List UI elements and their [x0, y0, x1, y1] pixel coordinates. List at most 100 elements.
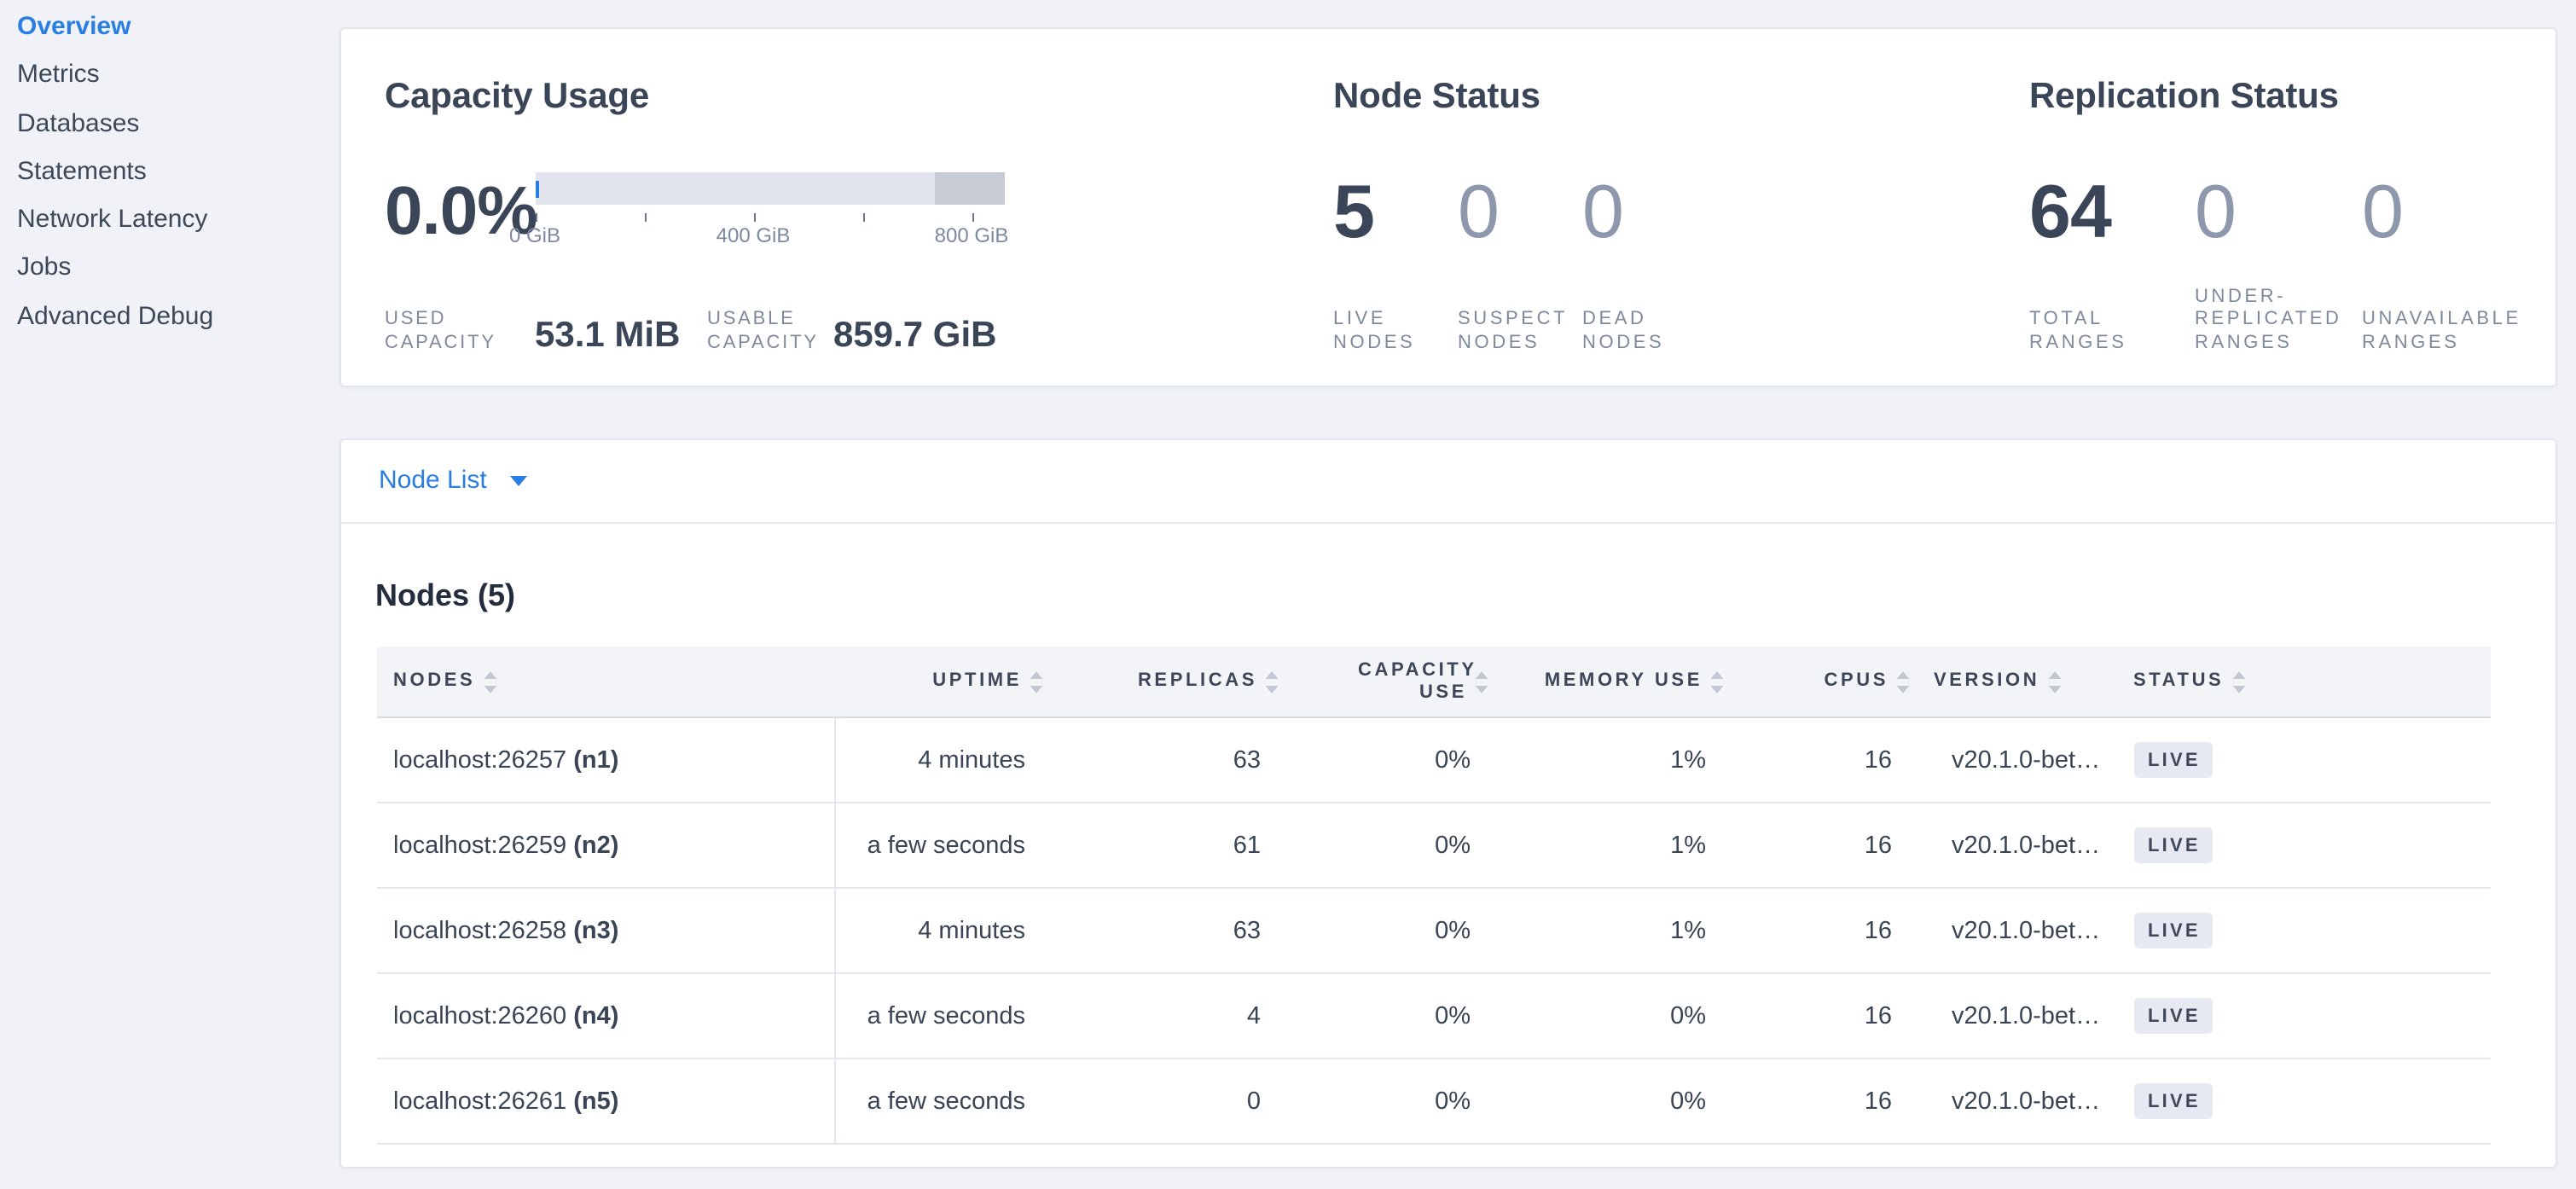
- column-header-status[interactable]: STATUS: [2117, 647, 2490, 717]
- column-header-capacity-use[interactable]: CAPACITY USE: [1286, 647, 1496, 717]
- summary-stat: 0 UNAVAILABLE RANGES: [2362, 172, 2521, 355]
- stat-value: 0: [1458, 172, 1582, 252]
- node-list-toolbar: Node List: [340, 439, 2556, 523]
- sort-icon: [2046, 670, 2062, 693]
- node-address: localhost:26257: [393, 746, 566, 774]
- capacity-bar-used-marker: [535, 180, 538, 197]
- node-status-stats: 5 LIVE NODES 0 SUSPECT NODES 0 DEAD NODE…: [1333, 172, 1707, 355]
- nodes-table: NODES UPTIME REPLICAS: [377, 647, 2490, 1145]
- column-header-uptime[interactable]: UPTIME: [835, 647, 1051, 717]
- live-badge: LIVE: [2134, 827, 2213, 863]
- status-cell: LIVE: [2117, 717, 2490, 803]
- replication-status-title: Replication Status: [2029, 77, 2521, 116]
- cluster-overview-panel: Capacity Usage 0.0% 0 GiB 400 GiB 800 Gi…: [339, 26, 2557, 386]
- live-badge: LIVE: [2134, 913, 2213, 948]
- sort-icon: [1709, 670, 1725, 693]
- node-address: localhost:26258: [393, 917, 566, 944]
- table-row[interactable]: localhost:26261 (n5) a few seconds 0 0% …: [377, 1058, 2490, 1144]
- capacity-usage-section: Capacity Usage 0.0% 0 GiB 400 GiB 800 Gi…: [385, 77, 1005, 355]
- capacity-tick-label: 400 GiB: [699, 223, 808, 247]
- sort-icon: [2231, 670, 2246, 693]
- sort-icon: [1895, 670, 1911, 693]
- summary-stat: 0 UNDER- REPLICATED RANGES: [2195, 172, 2362, 355]
- live-badge: LIVE: [2134, 742, 2213, 778]
- sidebar-item-statements[interactable]: Statements: [17, 157, 338, 186]
- capacity-axis-tick: [862, 212, 864, 221]
- memory-use-cell: 1%: [1496, 717, 1732, 803]
- column-header-version[interactable]: VERSION: [1917, 647, 2117, 717]
- memory-use-cell: 1%: [1496, 888, 1732, 973]
- usable-capacity-label: USABLE CAPACITY: [707, 309, 827, 355]
- node-address-cell: localhost:26259 (n2): [377, 803, 835, 888]
- column-header-label: CAPACITY USE: [1358, 659, 1467, 704]
- node-address-cell: localhost:26258 (n3): [377, 888, 835, 973]
- capacity-axis-tick: [644, 212, 646, 221]
- memory-use-cell: 0%: [1496, 1058, 1732, 1144]
- cpus-cell: 16: [1732, 803, 1917, 888]
- memory-use-cell: 1%: [1496, 803, 1732, 888]
- capacity-use-cell: 0%: [1286, 1058, 1496, 1144]
- cpus-cell: 16: [1732, 888, 1917, 973]
- node-id: (n4): [573, 1002, 618, 1030]
- nodes-table-title: Nodes (5): [375, 577, 2556, 614]
- stat-label: DEAD NODES: [1582, 309, 1664, 355]
- summary-stat: 64 TOTAL RANGES: [2029, 172, 2195, 355]
- chevron-down-icon: [511, 475, 528, 485]
- column-header-cpus[interactable]: CPUS: [1732, 647, 1917, 717]
- uptime-cell: a few seconds: [835, 803, 1051, 888]
- nodes-table-header-row: NODES UPTIME REPLICAS: [377, 647, 2490, 717]
- version-cell: v20.1.0-bet…: [1917, 1058, 2117, 1144]
- stat-label: UNDER- REPLICATED RANGES: [2195, 286, 2342, 355]
- column-header-replicas[interactable]: REPLICAS: [1051, 647, 1286, 717]
- version-cell: v20.1.0-bet…: [1917, 888, 2117, 973]
- sidebar-item-overview[interactable]: Overview: [17, 12, 338, 41]
- cpus-cell: 16: [1732, 717, 1917, 803]
- table-row[interactable]: localhost:26260 (n4) a few seconds 4 0% …: [377, 973, 2490, 1058]
- sidebar-item-jobs[interactable]: Jobs: [17, 253, 338, 282]
- status-cell: LIVE: [2117, 1058, 2490, 1144]
- summary-stat: 5 LIVE NODES: [1333, 172, 1458, 355]
- node-address-cell: localhost:26261 (n5): [377, 1058, 835, 1144]
- replicas-cell: 4: [1051, 973, 1286, 1058]
- sidebar-item-advanced-debug[interactable]: Advanced Debug: [17, 302, 338, 331]
- column-header-label: MEMORY USE: [1545, 670, 1703, 693]
- capacity-bar-nonusable-segment: [934, 172, 1005, 205]
- capacity-use-cell: 0%: [1286, 973, 1496, 1058]
- stat-label: UNAVAILABLE RANGES: [2362, 309, 2521, 355]
- node-list-dropdown[interactable]: Node List: [379, 466, 528, 495]
- stat-value: 64: [2029, 172, 2195, 252]
- table-row[interactable]: localhost:26259 (n2) a few seconds 61 0%…: [377, 803, 2490, 888]
- sidebar-item-metrics[interactable]: Metrics: [17, 61, 338, 90]
- used-capacity-label: USED CAPACITY: [385, 309, 504, 355]
- capacity-tick-label: 800 GiB: [917, 223, 1026, 247]
- node-list-dropdown-label: Node List: [379, 466, 487, 495]
- node-status-title: Node Status: [1333, 77, 1707, 116]
- sidebar-item-network-latency[interactable]: Network Latency: [17, 205, 338, 234]
- table-row[interactable]: localhost:26258 (n3) 4 minutes 63 0% 1% …: [377, 888, 2490, 973]
- stat-label: SUSPECT NODES: [1458, 309, 1568, 355]
- stat-label: LIVE NODES: [1333, 309, 1415, 355]
- table-row[interactable]: localhost:26257 (n1) 4 minutes 63 0% 1% …: [377, 717, 2490, 803]
- sort-icon: [1029, 670, 1044, 693]
- column-header-nodes[interactable]: NODES: [377, 647, 835, 717]
- capacity-use-cell: 0%: [1286, 803, 1496, 888]
- capacity-usage-title: Capacity Usage: [385, 77, 1005, 116]
- sidebar: Overview Metrics Databases Statements Networ…: [0, 0, 338, 1189]
- sidebar-item-databases[interactable]: Databases: [17, 108, 338, 137]
- column-header-label: REPLICAS: [1138, 670, 1257, 693]
- column-header-label: NODES: [393, 670, 475, 693]
- sort-icon: [482, 670, 497, 693]
- column-header-label: CPUS: [1824, 670, 1888, 693]
- stat-value: 5: [1333, 172, 1458, 252]
- cpus-cell: 16: [1732, 973, 1917, 1058]
- replicas-cell: 63: [1051, 888, 1286, 973]
- node-status-section: Node Status 5 LIVE NODES 0 SUSPECT NODES…: [1333, 77, 1707, 355]
- replication-status-stats: 64 TOTAL RANGES 0 UNDER- REPLICATED RANG…: [2029, 172, 2521, 355]
- nodes-table-body: localhost:26257 (n1) 4 minutes 63 0% 1% …: [377, 717, 2490, 1144]
- status-cell: LIVE: [2117, 973, 2490, 1058]
- stat-value: 0: [2195, 172, 2362, 252]
- column-header-memory-use[interactable]: MEMORY USE: [1496, 647, 1732, 717]
- stat-value: 0: [1582, 172, 1707, 252]
- node-address-cell: localhost:26257 (n1): [377, 717, 835, 803]
- cpus-cell: 16: [1732, 1058, 1917, 1144]
